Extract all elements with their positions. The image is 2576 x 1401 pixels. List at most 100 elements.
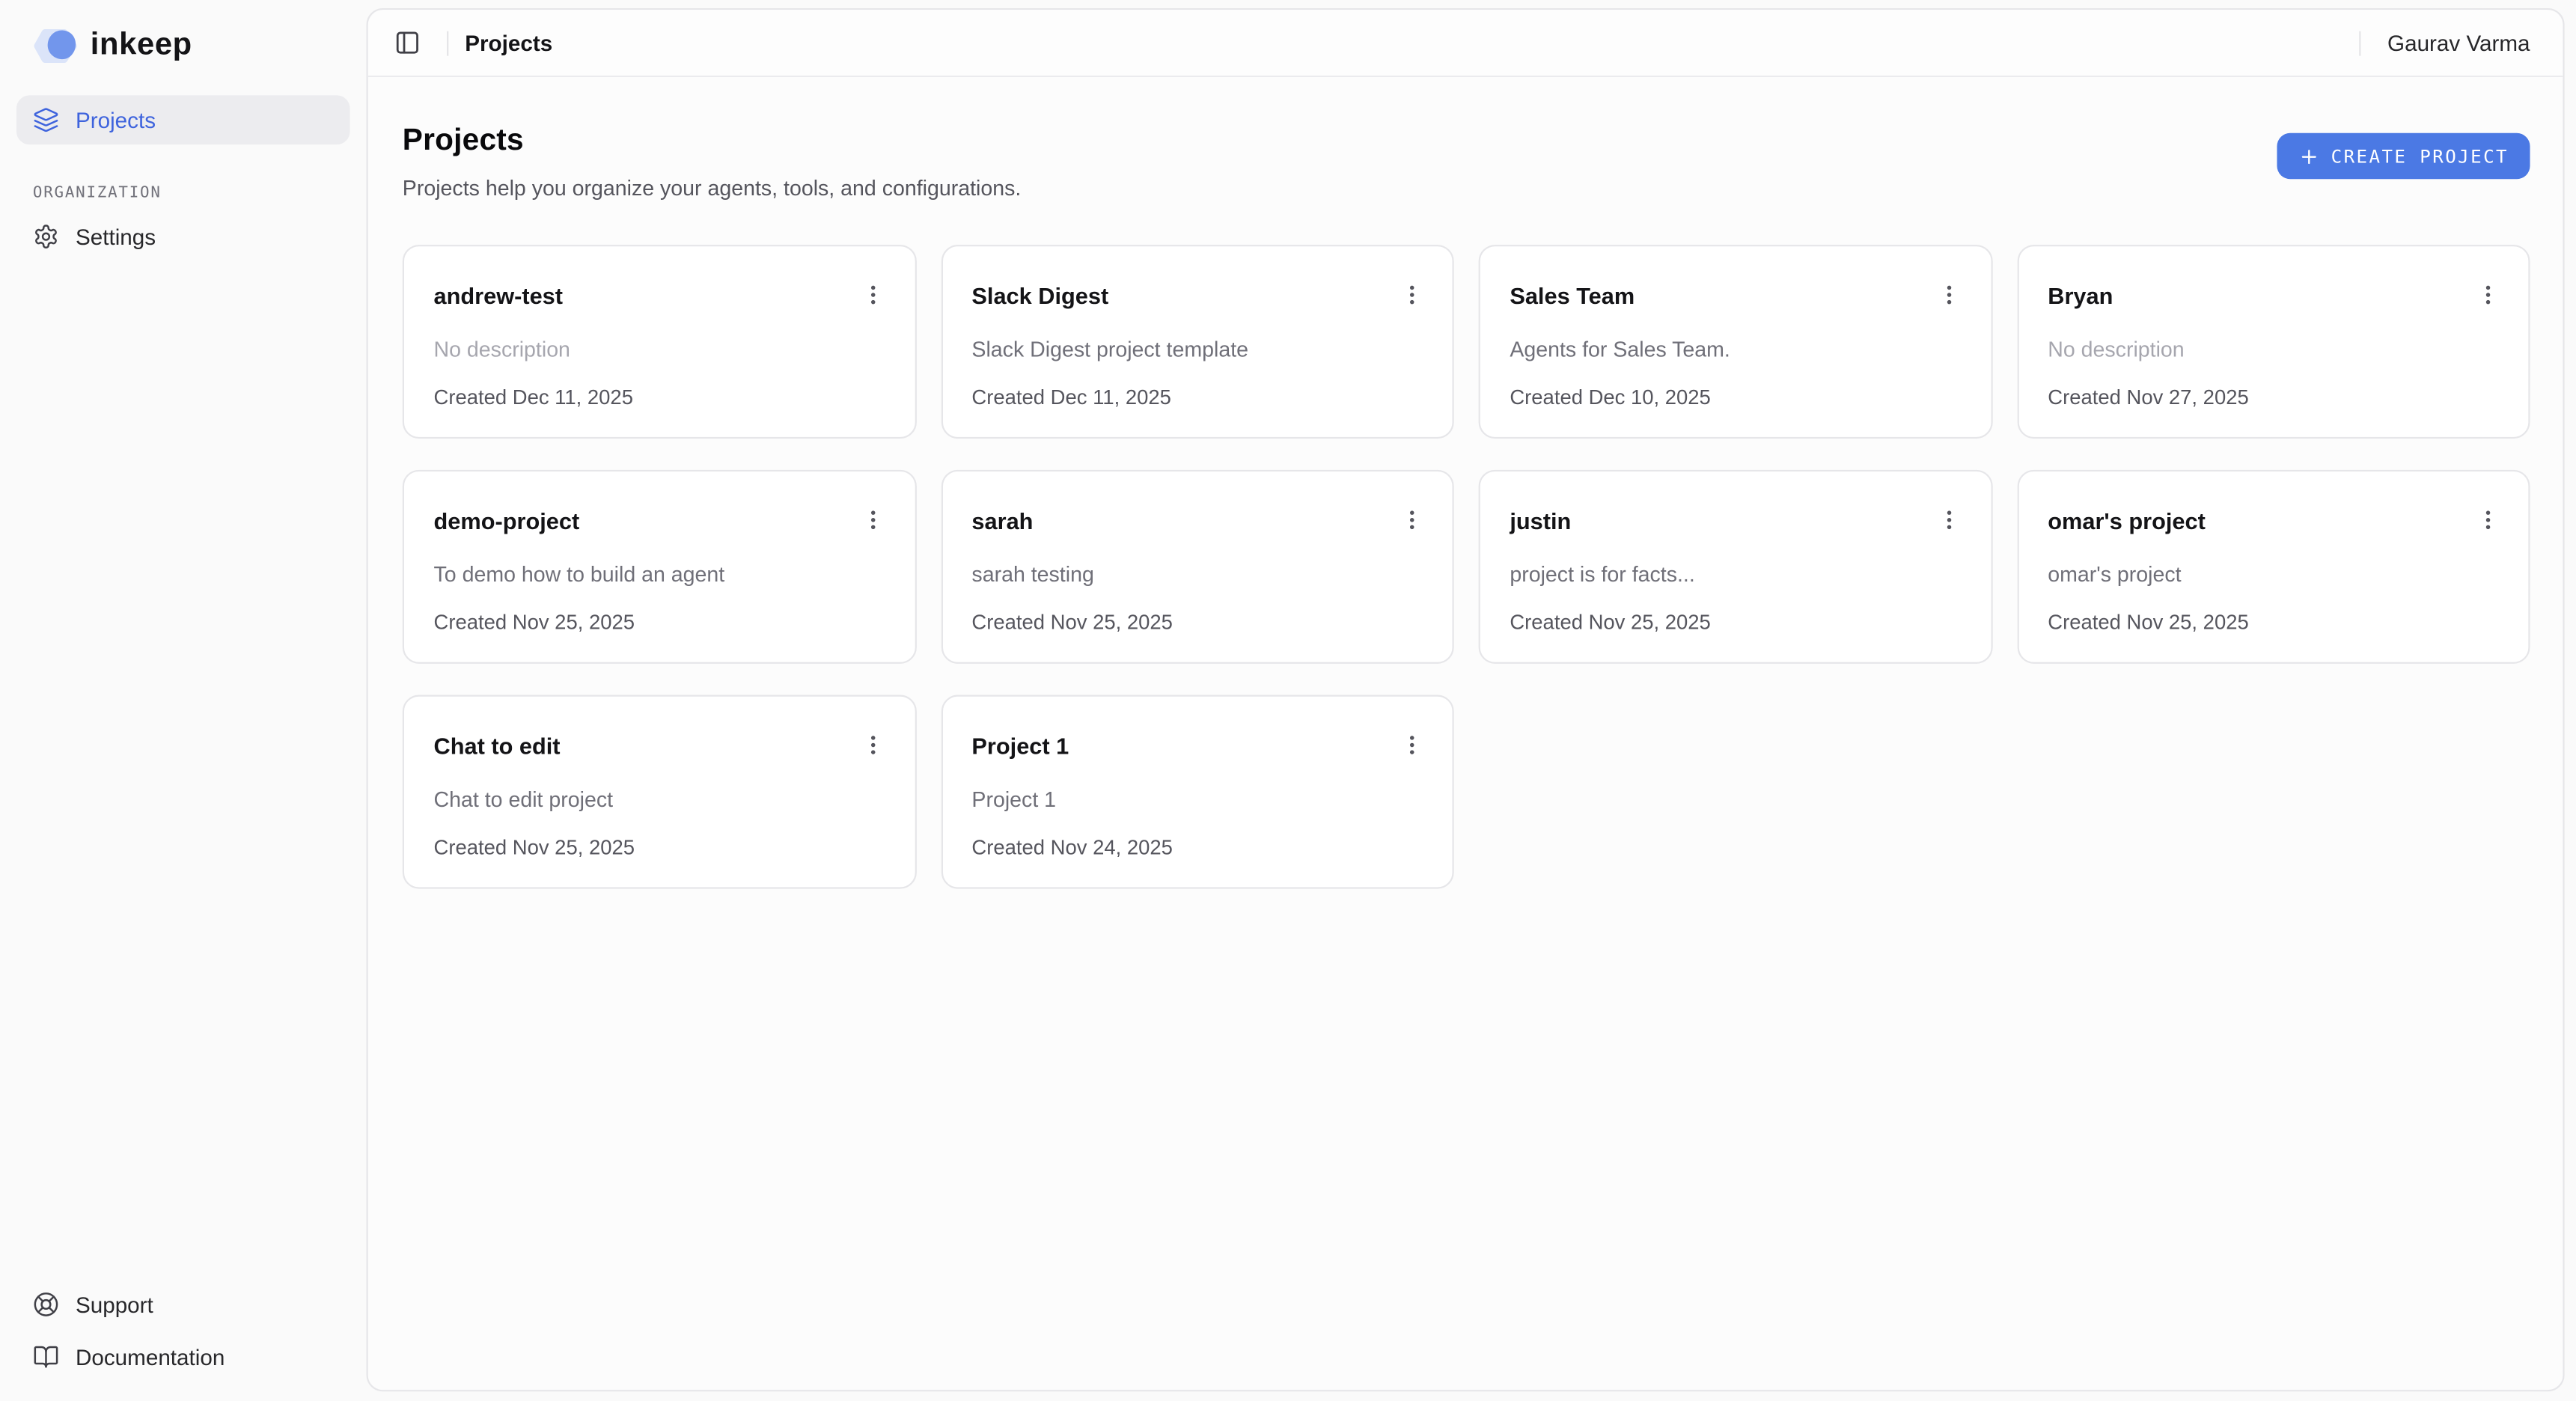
project-menu-button[interactable] bbox=[1393, 726, 1429, 762]
kebab-icon bbox=[1399, 507, 1423, 531]
project-menu-button[interactable] bbox=[2469, 501, 2505, 537]
project-name: sarah bbox=[971, 504, 1033, 537]
project-created: Created Nov 24, 2025 bbox=[971, 833, 1429, 863]
sidebar-item-projects[interactable]: Projects bbox=[16, 95, 350, 144]
kebab-icon bbox=[1937, 281, 1962, 306]
project-description: Chat to edit project bbox=[434, 785, 891, 815]
sidebar-item-settings[interactable]: Settings bbox=[16, 212, 350, 261]
topbar-right-divider bbox=[2360, 31, 2361, 55]
kebab-icon bbox=[861, 732, 885, 757]
project-name: Sales Team bbox=[1510, 279, 1635, 312]
project-card-header: demo-project bbox=[434, 504, 891, 537]
project-card[interactable]: Project 1 Project 1 Created Nov 24, 2025 bbox=[941, 695, 1454, 889]
life-buoy-icon bbox=[33, 1291, 59, 1317]
project-card-header: sarah bbox=[971, 504, 1429, 537]
brand-wordmark: inkeep bbox=[91, 28, 192, 64]
book-open-icon bbox=[33, 1344, 59, 1370]
project-card[interactable]: sarah sarah testing Created Nov 25, 2025 bbox=[941, 470, 1454, 664]
project-created: Created Nov 25, 2025 bbox=[971, 608, 1429, 638]
kebab-icon bbox=[861, 507, 885, 531]
sidebar-item-label: Documentation bbox=[76, 1345, 225, 1370]
project-created: Created Dec 11, 2025 bbox=[434, 382, 891, 412]
project-created: Created Nov 25, 2025 bbox=[434, 833, 891, 863]
project-name: justin bbox=[1510, 504, 1571, 537]
page-title-block: Projects Projects help you organize your… bbox=[403, 121, 1022, 200]
main-panel: Projects Gaurav Varma Projects Projects … bbox=[367, 8, 2565, 1391]
sidebar-section-organization: ORGANIZATION bbox=[16, 184, 350, 202]
project-menu-button[interactable] bbox=[1393, 501, 1429, 537]
layers-icon bbox=[33, 107, 59, 133]
project-name: Project 1 bbox=[971, 730, 1069, 763]
sidebar-item-documentation[interactable]: Documentation bbox=[16, 1332, 350, 1382]
project-description: No description bbox=[434, 335, 891, 365]
kebab-icon bbox=[1937, 507, 1962, 531]
project-menu-button[interactable] bbox=[855, 276, 891, 312]
sidebar-nav: Projects bbox=[16, 95, 350, 144]
project-card-header: Chat to edit bbox=[434, 730, 891, 763]
project-description: sarah testing bbox=[971, 561, 1429, 590]
project-menu-button[interactable] bbox=[855, 501, 891, 537]
project-name: Chat to edit bbox=[434, 730, 561, 763]
brand-logo: inkeep bbox=[16, 19, 350, 69]
project-card[interactable]: andrew-test No description Created Dec 1… bbox=[403, 245, 916, 439]
project-menu-button[interactable] bbox=[1393, 276, 1429, 312]
project-created: Created Nov 25, 2025 bbox=[2048, 608, 2505, 638]
project-description: Project 1 bbox=[971, 785, 1429, 815]
projects-grid: andrew-test No description Created Dec 1… bbox=[403, 245, 2530, 888]
content: Projects Projects help you organize your… bbox=[368, 77, 2563, 1390]
sidebar-item-support[interactable]: Support bbox=[16, 1280, 350, 1329]
project-created: Created Dec 11, 2025 bbox=[971, 382, 1429, 412]
project-name: demo-project bbox=[434, 504, 580, 537]
sidebar-item-label: Projects bbox=[76, 108, 156, 132]
project-card-header: Slack Digest bbox=[971, 279, 1429, 312]
user-menu[interactable]: Gaurav Varma bbox=[2378, 31, 2540, 55]
project-menu-button[interactable] bbox=[2469, 276, 2505, 312]
project-name: Bryan bbox=[2048, 279, 2113, 312]
sidebar-item-label: Settings bbox=[76, 225, 156, 249]
project-card[interactable]: Sales Team Agents for Sales Team. Create… bbox=[1479, 245, 1992, 439]
project-menu-button[interactable] bbox=[855, 726, 891, 762]
sidebar-item-label: Support bbox=[76, 1292, 153, 1316]
project-name: andrew-test bbox=[434, 279, 563, 312]
kebab-icon bbox=[1399, 281, 1423, 306]
topbar: Projects Gaurav Varma bbox=[368, 10, 2563, 77]
project-card[interactable]: demo-project To demo how to build an age… bbox=[403, 470, 916, 664]
project-name: omar's project bbox=[2048, 504, 2206, 537]
project-description: To demo how to build an agent bbox=[434, 561, 891, 590]
inkeep-blob-icon bbox=[33, 26, 79, 66]
plus-icon bbox=[2298, 145, 2320, 167]
project-card-header: omar's project bbox=[2048, 504, 2505, 537]
project-card[interactable]: omar's project omar's project Created No… bbox=[2017, 470, 2530, 664]
project-created: Created Nov 25, 2025 bbox=[1510, 608, 1967, 638]
project-card[interactable]: justin project is for facts... Created N… bbox=[1479, 470, 1992, 664]
project-card[interactable]: Slack Digest Slack Digest project templa… bbox=[941, 245, 1454, 439]
project-name: Slack Digest bbox=[971, 279, 1108, 312]
kebab-icon bbox=[861, 281, 885, 306]
project-description: project is for facts... bbox=[1510, 561, 1967, 590]
page-title: Projects bbox=[403, 121, 1022, 157]
sidebar-toggle-button[interactable] bbox=[385, 19, 430, 65]
project-created: Created Dec 10, 2025 bbox=[1510, 382, 1967, 412]
create-project-label: CREATE PROJECT bbox=[2331, 145, 2509, 167]
project-description: Agents for Sales Team. bbox=[1510, 335, 1967, 365]
app: inkeep Projects ORGANIZATION Settings bbox=[0, 0, 2576, 1401]
project-menu-button[interactable] bbox=[1931, 501, 1967, 537]
breadcrumb: Projects bbox=[465, 31, 552, 55]
sidebar-spacer bbox=[16, 261, 350, 1280]
topbar-right: Gaurav Varma bbox=[2343, 31, 2540, 55]
project-card-header: justin bbox=[1510, 504, 1967, 537]
topbar-divider bbox=[447, 31, 448, 55]
kebab-icon bbox=[2475, 507, 2500, 531]
project-card-header: Project 1 bbox=[971, 730, 1429, 763]
project-card-header: andrew-test bbox=[434, 279, 891, 312]
panel-left-icon bbox=[394, 30, 421, 56]
sidebar-footer: Support Documentation bbox=[16, 1280, 350, 1385]
project-menu-button[interactable] bbox=[1931, 276, 1967, 312]
project-card[interactable]: Chat to edit Chat to edit project Create… bbox=[403, 695, 916, 889]
project-description: Slack Digest project template bbox=[971, 335, 1429, 365]
gear-icon bbox=[33, 224, 59, 250]
project-description: No description bbox=[2048, 335, 2505, 365]
create-project-button[interactable]: CREATE PROJECT bbox=[2277, 133, 2530, 179]
kebab-icon bbox=[2475, 281, 2500, 306]
project-card[interactable]: Bryan No description Created Nov 27, 202… bbox=[2017, 245, 2530, 439]
